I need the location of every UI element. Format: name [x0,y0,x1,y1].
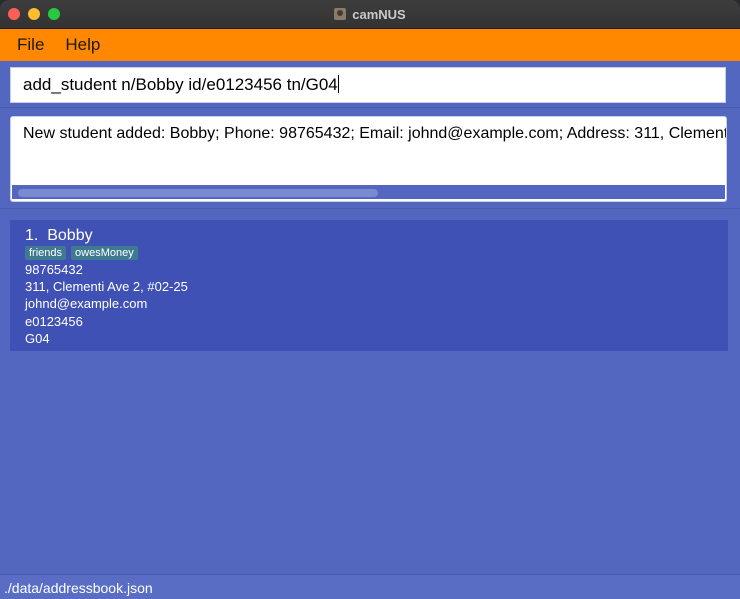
scrollbar-thumb[interactable] [18,189,378,197]
app-icon [334,8,347,20]
divider [0,107,740,108]
student-phone: 98765432 [25,262,83,277]
student-address: 311, Clementi Ave 2, #02-25 [25,279,188,294]
divider [0,208,740,209]
student-email: johnd@example.com [25,296,148,311]
menu-file[interactable]: File [17,35,44,55]
menu-bar: File Help [0,29,740,61]
result-display: New student added: Bobby; Phone: 9876543… [10,116,727,202]
window-title: camNUS [352,6,406,22]
save-file-path: ./data/addressbook.json [4,580,153,596]
menu-help[interactable]: Help [65,35,100,55]
student-name-line: 1. Bobby [25,227,93,245]
app-window: camNUS File Help add_student n/Bobby id/… [0,0,740,599]
student-list: 1. Bobby friends owesMoney 98765432 311,… [10,220,728,351]
command-input[interactable]: add_student n/Bobby id/e0123456 tn/G04 [23,75,339,95]
student-tags: friends owesMoney [25,246,138,260]
command-input-text: add_student n/Bobby id/e0123456 tn/G04 [23,75,338,94]
window-title-group: camNUS [0,0,740,28]
tag-badge: friends [25,246,67,260]
student-name: Bobby [47,227,93,244]
student-tutorial: G04 [25,331,50,346]
result-horizontal-scrollbar[interactable] [12,185,725,199]
command-box[interactable]: add_student n/Bobby id/e0123456 tn/G04 [10,67,726,103]
student-id: e0123456 [25,314,83,329]
text-caret [337,75,339,93]
tag-badge: owesMoney [71,246,138,260]
result-text: New student added: Bobby; Phone: 9876543… [23,125,727,142]
status-bar: ./data/addressbook.json [0,574,740,599]
title-bar: camNUS [0,0,740,29]
student-index: 1. [25,227,39,244]
